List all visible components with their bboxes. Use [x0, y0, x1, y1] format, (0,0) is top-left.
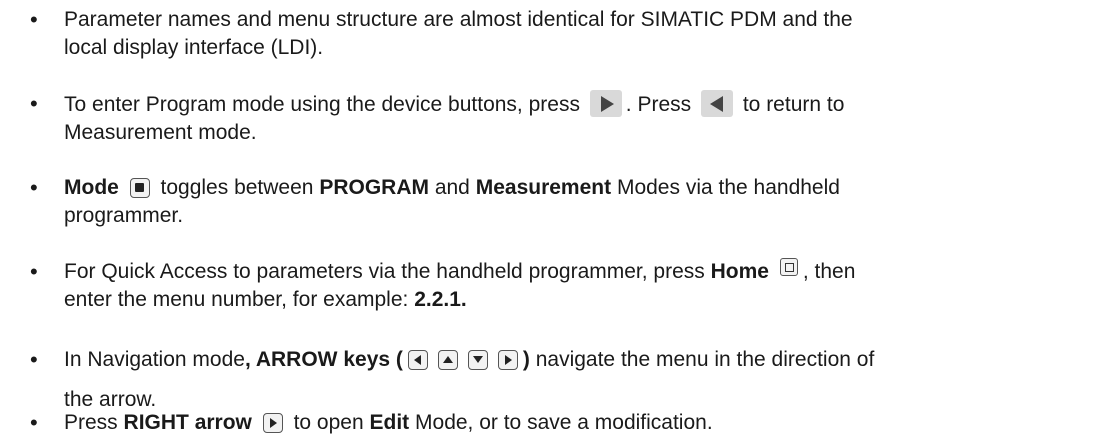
mode-key-icon	[129, 178, 150, 198]
right-arrow-key-icon	[262, 413, 283, 433]
bullet-1-line-2: local display interface (LDI).	[64, 36, 324, 59]
down-arrow-key-icon	[467, 350, 488, 370]
bullet-1-line-1: Parameter names and menu structure are a…	[64, 8, 853, 31]
device-right-arrow-button-icon	[589, 90, 622, 117]
bullet-3-text-3: Modes via the handheld	[616, 176, 840, 199]
bullet-2-text-3: to return to	[742, 93, 845, 116]
bullet-2-text-2: . Press	[625, 93, 692, 116]
right-arrow-key-icon	[497, 350, 518, 370]
list-item: In Navigation mode, ARROW keys () naviga…	[0, 340, 1100, 420]
bullet-4-text-1: For Quick Access to parameters via the h…	[64, 260, 705, 283]
bullet-4-line-2: enter the menu number, for example:	[64, 288, 409, 311]
bullet-6-text-1: Press	[64, 411, 118, 434]
bullet-2-line-2: Measurement mode.	[64, 121, 257, 144]
arrow-keys-close-paren: )	[522, 348, 530, 371]
list-item: • Press RIGHT arrow to open Edit Mode, o…	[0, 409, 1100, 437]
bullet-6-text-2: to open	[293, 411, 364, 434]
bullet-6-text-3: Mode, or to save a modification.	[415, 411, 713, 434]
bullet-marker: •	[30, 410, 38, 435]
bullet-5-text-1: In Navigation mode	[64, 348, 245, 371]
edit-label: Edit	[369, 411, 410, 434]
home-key-icon	[779, 258, 798, 276]
right-arrow-label: RIGHT arrow	[123, 411, 252, 434]
list-item: Mode toggles between PROGRAM and Measure…	[0, 174, 1100, 230]
device-left-arrow-button-icon	[701, 90, 733, 117]
program-label: PROGRAM	[319, 176, 429, 199]
list-item: To enter Program mode using the device b…	[0, 90, 1100, 147]
mode-label: Mode	[64, 176, 119, 199]
arrow-keys-label: , ARROW keys (	[244, 348, 403, 371]
list-item: Parameter names and menu structure are a…	[0, 6, 1100, 62]
bullet-3-text-1: toggles between	[160, 176, 314, 199]
up-arrow-key-icon	[437, 350, 458, 370]
bullet-4-text-2: , then	[802, 260, 856, 283]
bullet-5-text-2: navigate the menu in the direction of	[535, 348, 875, 371]
bullet-3-text-2: and	[434, 176, 470, 199]
home-label: Home	[710, 260, 769, 283]
bullet-5-line-2: the arrow.	[64, 388, 157, 411]
measurement-label: Measurement	[475, 176, 612, 199]
bullet-3-line-2: programmer.	[64, 204, 184, 227]
menu-number-example: 2.2.1.	[414, 288, 467, 311]
left-arrow-key-icon	[407, 350, 428, 370]
bullet-2-text-1: To enter Program mode using the device b…	[64, 93, 580, 116]
list-item: For Quick Access to parameters via the h…	[0, 258, 1100, 314]
